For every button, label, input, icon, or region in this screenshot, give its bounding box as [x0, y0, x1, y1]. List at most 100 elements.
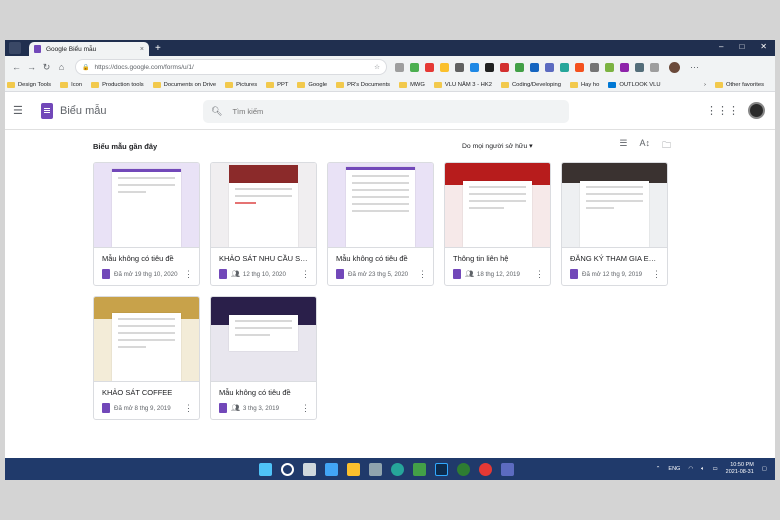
more-options-icon[interactable]: ⋮ [184, 403, 193, 414]
bookmark-folder[interactable]: PPT [266, 81, 288, 88]
main-menu-icon[interactable]: ☰ [13, 104, 29, 117]
forward-button[interactable]: → [24, 62, 39, 72]
more-options-icon[interactable]: ⋮ [535, 269, 544, 280]
bookmark-folder[interactable]: Icon [60, 81, 82, 88]
clock[interactable]: 10:50 PM 2021-08-31 [726, 462, 754, 476]
file-explorer-icon[interactable] [347, 462, 360, 476]
folder-picker-icon[interactable]: 🗀 [662, 138, 671, 154]
extension-icon[interactable] [635, 62, 644, 72]
search-taskbar-icon[interactable] [281, 462, 294, 476]
form-card[interactable]: Mẫu không có tiêu đề Đã mở 23 thg 5, 202… [327, 162, 434, 286]
bookmark-star-icon[interactable]: ☆ [374, 63, 380, 71]
form-card[interactable]: ĐĂNG KÝ THAM GIA EVE... Đã mở 12 thg 9, … [561, 162, 668, 286]
extension-icon[interactable] [545, 62, 554, 72]
extension-icon[interactable] [590, 62, 599, 72]
card-meta: KHẢO SÁT COFFEE Đã mở 8 thg 9, 2019 ⋮ [94, 382, 199, 419]
sort-az-icon[interactable]: A↕ [639, 138, 650, 154]
owner-filter-dropdown[interactable]: Do mọi người sở hữu ▾ [462, 142, 533, 150]
reload-button[interactable]: ↻ [39, 62, 54, 73]
extension-icon[interactable] [515, 62, 524, 72]
more-options-icon[interactable]: ⋮ [301, 269, 310, 280]
search-input[interactable] [232, 107, 533, 116]
browser-tab[interactable]: Google Biểu mẫu × [29, 42, 149, 56]
chevron-up-icon[interactable]: ⌃ [656, 466, 661, 472]
wifi-icon[interactable]: ◠ [688, 466, 693, 472]
bookmark-folder[interactable]: Pictures [225, 81, 257, 88]
form-thumbnail [328, 163, 433, 248]
start-button-icon[interactable] [259, 462, 272, 476]
extension-icon[interactable] [620, 62, 629, 72]
url-field[interactable]: 🔒 https://docs.google.com/forms/u/1/ ☆ [75, 59, 387, 75]
new-tab-button[interactable]: + [155, 43, 161, 54]
bookmarks-overflow-button[interactable]: › [704, 82, 706, 88]
more-options-icon[interactable]: ⋮ [184, 269, 193, 280]
extension-icon[interactable] [575, 62, 584, 72]
photos-icon[interactable] [369, 462, 382, 476]
search-icon[interactable]: 🔍︎ [211, 106, 222, 117]
section-header: Biểu mẫu gần đây Do mọi người sở hữu ▾ ☰… [93, 133, 673, 159]
form-card[interactable]: KHẢO SÁT NHU CẦU SỬ D... 👥︎ 12 thg 10, 2… [210, 162, 317, 286]
bookmark-folder[interactable]: Google [297, 81, 327, 88]
more-options-icon[interactable]: ⋮ [301, 403, 310, 414]
extension-icon[interactable] [500, 62, 509, 72]
extension-icon[interactable] [560, 62, 569, 72]
extension-icon[interactable] [395, 62, 404, 72]
battery-icon[interactable]: ▭ [712, 466, 717, 472]
extension-icon[interactable] [410, 62, 419, 72]
extension-icon[interactable] [455, 62, 464, 72]
camtasia-icon[interactable] [413, 462, 426, 476]
more-options-icon[interactable]: ⋮ [418, 269, 427, 280]
thumbnail-line [352, 182, 409, 184]
other-favorites[interactable]: Other favorites [714, 81, 764, 88]
forms-logo-icon[interactable] [41, 102, 53, 119]
window-menu-icon[interactable] [9, 42, 21, 54]
date-text: 2021-08-31 [725, 469, 754, 475]
bookmark-folder[interactable]: Coding/Developing [500, 81, 561, 88]
photoshop-icon[interactable] [435, 462, 448, 476]
notification-icon[interactable]: ▢ [762, 466, 767, 472]
header-image [229, 165, 298, 183]
minimize-button[interactable]: – [719, 42, 723, 51]
powerpoint-icon[interactable] [479, 462, 492, 476]
extension-icon[interactable] [440, 62, 449, 72]
form-card[interactable]: Thông tin liên hệ 👥︎ 18 thg 12, 2019 ⋮ [444, 162, 551, 286]
bookmark-folder[interactable]: MWG [399, 81, 425, 88]
extension-icon[interactable] [470, 62, 479, 72]
home-button[interactable]: ⌂ [54, 62, 69, 72]
extension-icon[interactable] [485, 62, 494, 72]
extensions-puzzle-icon[interactable] [650, 62, 659, 72]
bookmark-folder[interactable]: PR's Documents [336, 81, 390, 88]
line-icon[interactable] [457, 462, 470, 476]
form-thumbnail [445, 163, 550, 248]
thumbnail-line [118, 191, 146, 193]
bookmark-folder[interactable]: Design Tools [7, 81, 51, 88]
extension-icon[interactable] [530, 62, 539, 72]
bookmark-folder[interactable]: Documents on Drive [152, 81, 216, 88]
extension-icon[interactable] [605, 62, 614, 72]
bookmark-folder[interactable]: Production tools [91, 81, 144, 88]
app-icon[interactable] [501, 462, 514, 476]
widgets-icon[interactable] [325, 462, 338, 476]
bookmark-folder[interactable]: Hay ho [569, 81, 599, 88]
google-apps-icon[interactable]: ⋮⋮⋮ [706, 104, 739, 117]
list-view-icon[interactable]: ☰ [619, 138, 627, 154]
form-card[interactable]: Mẫu không có tiêu đề Đã mở 19 thg 10, 20… [93, 162, 200, 286]
account-avatar[interactable] [748, 102, 765, 119]
bookmark-link[interactable]: OUTLOOK VLU [608, 81, 661, 88]
maximize-button[interactable]: □ [739, 42, 744, 51]
language-indicator[interactable]: ENG [668, 466, 680, 472]
volume-icon[interactable]: 🔈︎ [701, 466, 704, 473]
form-card[interactable]: KHẢO SÁT COFFEE Đã mở 8 thg 9, 2019 ⋮ [93, 296, 200, 420]
edge-icon[interactable] [391, 462, 404, 476]
more-options-icon[interactable]: ⋮ [652, 269, 661, 280]
browser-menu-icon[interactable]: ⋯ [690, 62, 699, 73]
task-view-icon[interactable] [303, 462, 316, 476]
thumbnail-page [229, 315, 298, 351]
form-card[interactable]: Mẫu không có tiêu đề 👥︎ 3 thg 3, 2019 ⋮ [210, 296, 317, 420]
close-window-button[interactable]: ✕ [760, 42, 767, 51]
profile-avatar[interactable] [669, 61, 680, 73]
back-button[interactable]: ← [9, 62, 24, 72]
tab-close-icon[interactable]: × [140, 46, 144, 53]
bookmark-folder[interactable]: VLU NĂM 3 - HK2 [433, 81, 492, 88]
extension-icon[interactable] [425, 62, 434, 72]
